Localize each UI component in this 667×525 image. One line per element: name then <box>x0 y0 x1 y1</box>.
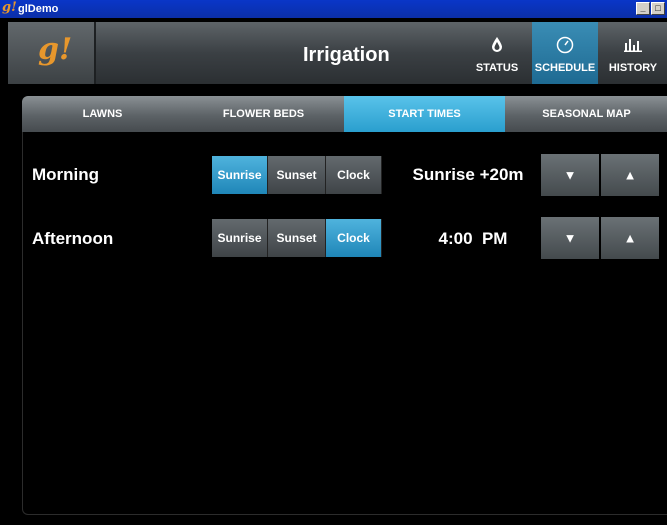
nav-schedule-label: SCHEDULE <box>534 62 596 74</box>
afternoon-sunrise-button[interactable]: Sunrise <box>212 219 268 257</box>
row-label-afternoon: Afternoon <box>32 229 114 248</box>
afternoon-time-value: 4:00 PM <box>438 229 508 248</box>
brand-logo: g! <box>38 32 73 67</box>
arrow-up-icon: ▲ <box>623 230 637 246</box>
nav-schedule[interactable]: SCHEDULE <box>532 22 598 84</box>
morning-sunset-button[interactable]: Sunset <box>268 156 326 194</box>
window-controls: _ □ <box>636 2 665 15</box>
morning-sunrise-button[interactable]: Sunrise <box>212 156 268 194</box>
arrow-down-icon: ▼ <box>563 230 577 246</box>
tab-start-times[interactable]: START TIMES <box>344 96 505 132</box>
nav-status-label: STATUS <box>475 62 519 74</box>
app-icon: g! <box>2 0 17 15</box>
arrow-down-icon: ▼ <box>563 167 577 183</box>
logo-cell: g! <box>8 22 96 84</box>
maximize-button[interactable]: □ <box>651 2 665 15</box>
droplet-icon <box>464 36 530 54</box>
arrow-up-icon: ▲ <box>623 167 637 183</box>
nav-history-label: HISTORY <box>608 62 658 74</box>
tab-bar: LAWNS FLOWER BEDS START TIMES SEASONAL M… <box>22 96 667 132</box>
afternoon-decrease-button[interactable]: ▼ <box>541 217 599 259</box>
window-title: glDemo <box>18 3 59 15</box>
app-header: g! Irrigation STATUS SCHEDULE HISTORY <box>8 22 667 85</box>
tab-lawns[interactable]: LAWNS <box>22 96 183 132</box>
morning-decrease-button[interactable]: ▼ <box>541 154 599 196</box>
tab-flower-beds[interactable]: FLOWER BEDS <box>183 96 344 132</box>
minimize-button[interactable]: _ <box>636 2 650 15</box>
nav-status[interactable]: STATUS <box>464 22 530 84</box>
afternoon-mode-selector: Sunrise Sunset Clock <box>212 219 382 257</box>
tab-seasonal-map[interactable]: SEASONAL MAP <box>505 96 667 132</box>
morning-time-stepper: ▼ ▲ <box>541 154 659 196</box>
morning-mode-selector: Sunrise Sunset Clock <box>212 156 382 194</box>
page-title: Irrigation <box>303 44 390 66</box>
afternoon-clock-button[interactable]: Clock <box>326 219 382 257</box>
clock-icon <box>532 36 598 54</box>
afternoon-time-stepper: ▼ ▲ <box>541 217 659 259</box>
afternoon-increase-button[interactable]: ▲ <box>601 217 659 259</box>
afternoon-sunset-button[interactable]: Sunset <box>268 219 326 257</box>
morning-time-value: Sunrise +20m <box>412 165 524 184</box>
morning-clock-button[interactable]: Clock <box>326 156 382 194</box>
nav-history[interactable]: HISTORY <box>600 22 666 84</box>
window-titlebar: g! glDemo _ □ <box>0 0 667 18</box>
morning-increase-button[interactable]: ▲ <box>601 154 659 196</box>
bar-chart-icon <box>600 36 666 54</box>
row-label-morning: Morning <box>32 165 100 184</box>
